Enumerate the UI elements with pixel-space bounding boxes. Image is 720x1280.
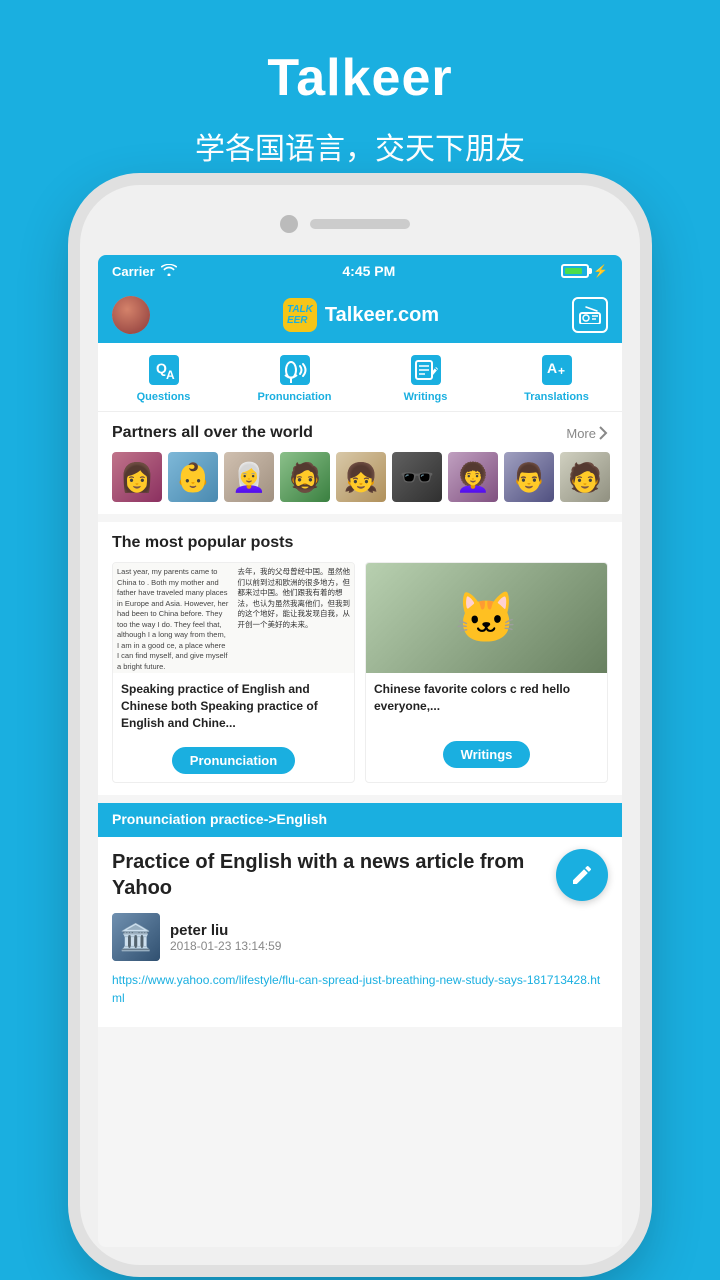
- post-link[interactable]: https://www.yahoo.com/lifestyle/flu-can-…: [112, 971, 608, 1007]
- practice-section: Pronunciation practice->English Practice…: [98, 803, 622, 1027]
- practice-title: Practice of English with a news article …: [112, 849, 608, 901]
- wifi-icon: [161, 263, 177, 279]
- carrier-label: Carrier: [112, 264, 155, 279]
- partner-avatar-7[interactable]: 👩‍🦱: [448, 452, 498, 502]
- app-background: Talkeer 学各国语言，交天下朋友: [0, 0, 720, 168]
- status-time: 4:45 PM: [342, 263, 395, 279]
- nav-bar: TALKEER Talkeer.com: [98, 287, 622, 343]
- phone-screen: Carrier 4:45 PM ⚡: [98, 255, 622, 1247]
- app-subtitle: 学各国语言，交天下朋友: [0, 124, 720, 168]
- card-1-image: Last year, my parents came to China to .…: [113, 563, 354, 673]
- tab-translations-label: Translations: [524, 391, 589, 403]
- radio-icon[interactable]: [572, 297, 608, 333]
- phone-shell: Carrier 4:45 PM ⚡: [80, 185, 640, 1265]
- tab-pronunciation[interactable]: Pronunciation: [229, 343, 360, 411]
- post-user-avatar: 🏛️: [112, 913, 160, 961]
- bolt-icon: ⚡: [593, 264, 608, 278]
- card-1-tag: Pronunciation: [113, 739, 354, 782]
- partners-header: Partners all over the world More: [112, 424, 608, 442]
- questions-icon: Q A: [147, 353, 181, 387]
- post-user-row: 🏛️ peter liu 2018-01-23 13:14:59: [112, 913, 608, 961]
- tab-translations[interactable]: A + Translations: [491, 343, 622, 411]
- translations-icon: A +: [540, 353, 574, 387]
- partner-avatar-1[interactable]: 👩: [112, 452, 162, 502]
- practice-content: Practice of English with a news article …: [98, 837, 622, 1027]
- main-content: Partners all over the world More 👩 👶 👩‍🦳…: [98, 412, 622, 1246]
- phone-speaker: [310, 219, 410, 229]
- post-username: peter liu: [170, 922, 281, 939]
- status-left: Carrier: [112, 263, 177, 279]
- popular-card-1[interactable]: Last year, my parents came to China to .…: [112, 562, 355, 783]
- tab-pronunciation-label: Pronunciation: [258, 391, 332, 403]
- post-user-info: peter liu 2018-01-23 13:14:59: [170, 922, 281, 953]
- popular-card-2[interactable]: 🐱 Chinese favorite colors c red hello ev…: [365, 562, 608, 783]
- post-date: 2018-01-23 13:14:59: [170, 939, 281, 953]
- partner-avatar-9[interactable]: 🧑: [560, 452, 610, 502]
- writings-icon: [409, 353, 443, 387]
- card-2-photo: 🐱: [366, 563, 607, 673]
- popular-section: The most popular posts Last year, my par…: [98, 522, 622, 795]
- partner-avatar-3[interactable]: 👩‍🦳: [224, 452, 274, 502]
- popular-cards: Last year, my parents came to China to .…: [112, 562, 608, 783]
- card-1-text-cn: 去年，我的父母曾经中国。虽然他们以前到过和欧洲的很多地方，但都来过中国。他们跟我…: [234, 563, 355, 673]
- nav-logo-area: TALKEER Talkeer.com: [150, 298, 572, 332]
- card-2-image: 🐱: [366, 563, 607, 673]
- tab-questions[interactable]: Q A Questions: [98, 343, 229, 411]
- svg-text:A: A: [166, 368, 175, 382]
- fab-edit-button[interactable]: [556, 849, 608, 901]
- tab-questions-label: Questions: [137, 391, 191, 403]
- card-1-tag-button[interactable]: Pronunciation: [172, 747, 295, 774]
- partners-section: Partners all over the world More 👩 👶 👩‍🦳…: [98, 412, 622, 514]
- card-2-tag: Writings: [366, 733, 607, 776]
- nav-avatar[interactable]: [112, 296, 150, 334]
- status-right: ⚡: [561, 264, 608, 278]
- tab-bar: Q A Questions Pronun: [98, 343, 622, 412]
- phone-camera: [280, 215, 298, 233]
- partner-avatar-5[interactable]: 👧: [336, 452, 386, 502]
- app-title: Talkeer: [0, 0, 720, 108]
- partner-avatar-2[interactable]: 👶: [168, 452, 218, 502]
- card-2-desc: Chinese favorite colors c red hello ever…: [366, 673, 607, 733]
- tab-writings-label: Writings: [404, 391, 448, 403]
- nav-site-name: Talkeer.com: [325, 304, 439, 327]
- card-1-text-en: Last year, my parents came to China to .…: [113, 563, 234, 673]
- practice-header-text: Pronunciation practice->English: [112, 811, 327, 827]
- practice-header: Pronunciation practice->English: [98, 803, 622, 837]
- partner-avatar-6[interactable]: 🕶️: [392, 452, 442, 502]
- battery-icon: [561, 264, 589, 278]
- partners-avatars: 👩 👶 👩‍🦳 🧔 👧 🕶️ 👩‍🦱 👨 🧑: [112, 452, 608, 502]
- card-2-tag-button[interactable]: Writings: [443, 741, 531, 768]
- svg-text:A: A: [547, 360, 557, 376]
- partners-title: Partners all over the world: [112, 424, 313, 442]
- partners-more[interactable]: More: [566, 425, 608, 441]
- svg-text:+: +: [558, 364, 565, 378]
- status-bar: Carrier 4:45 PM ⚡: [98, 255, 622, 287]
- tab-writings[interactable]: Writings: [360, 343, 491, 411]
- partner-avatar-4[interactable]: 🧔: [280, 452, 330, 502]
- popular-posts-title: The most popular posts: [112, 534, 608, 552]
- talkeer-logo-icon: TALKEER: [283, 298, 317, 332]
- partner-avatar-8[interactable]: 👨: [504, 452, 554, 502]
- pronunciation-icon: [278, 353, 312, 387]
- avatar-image: [112, 296, 150, 334]
- card-1-desc: Speaking practice of English and Chinese…: [113, 673, 354, 739]
